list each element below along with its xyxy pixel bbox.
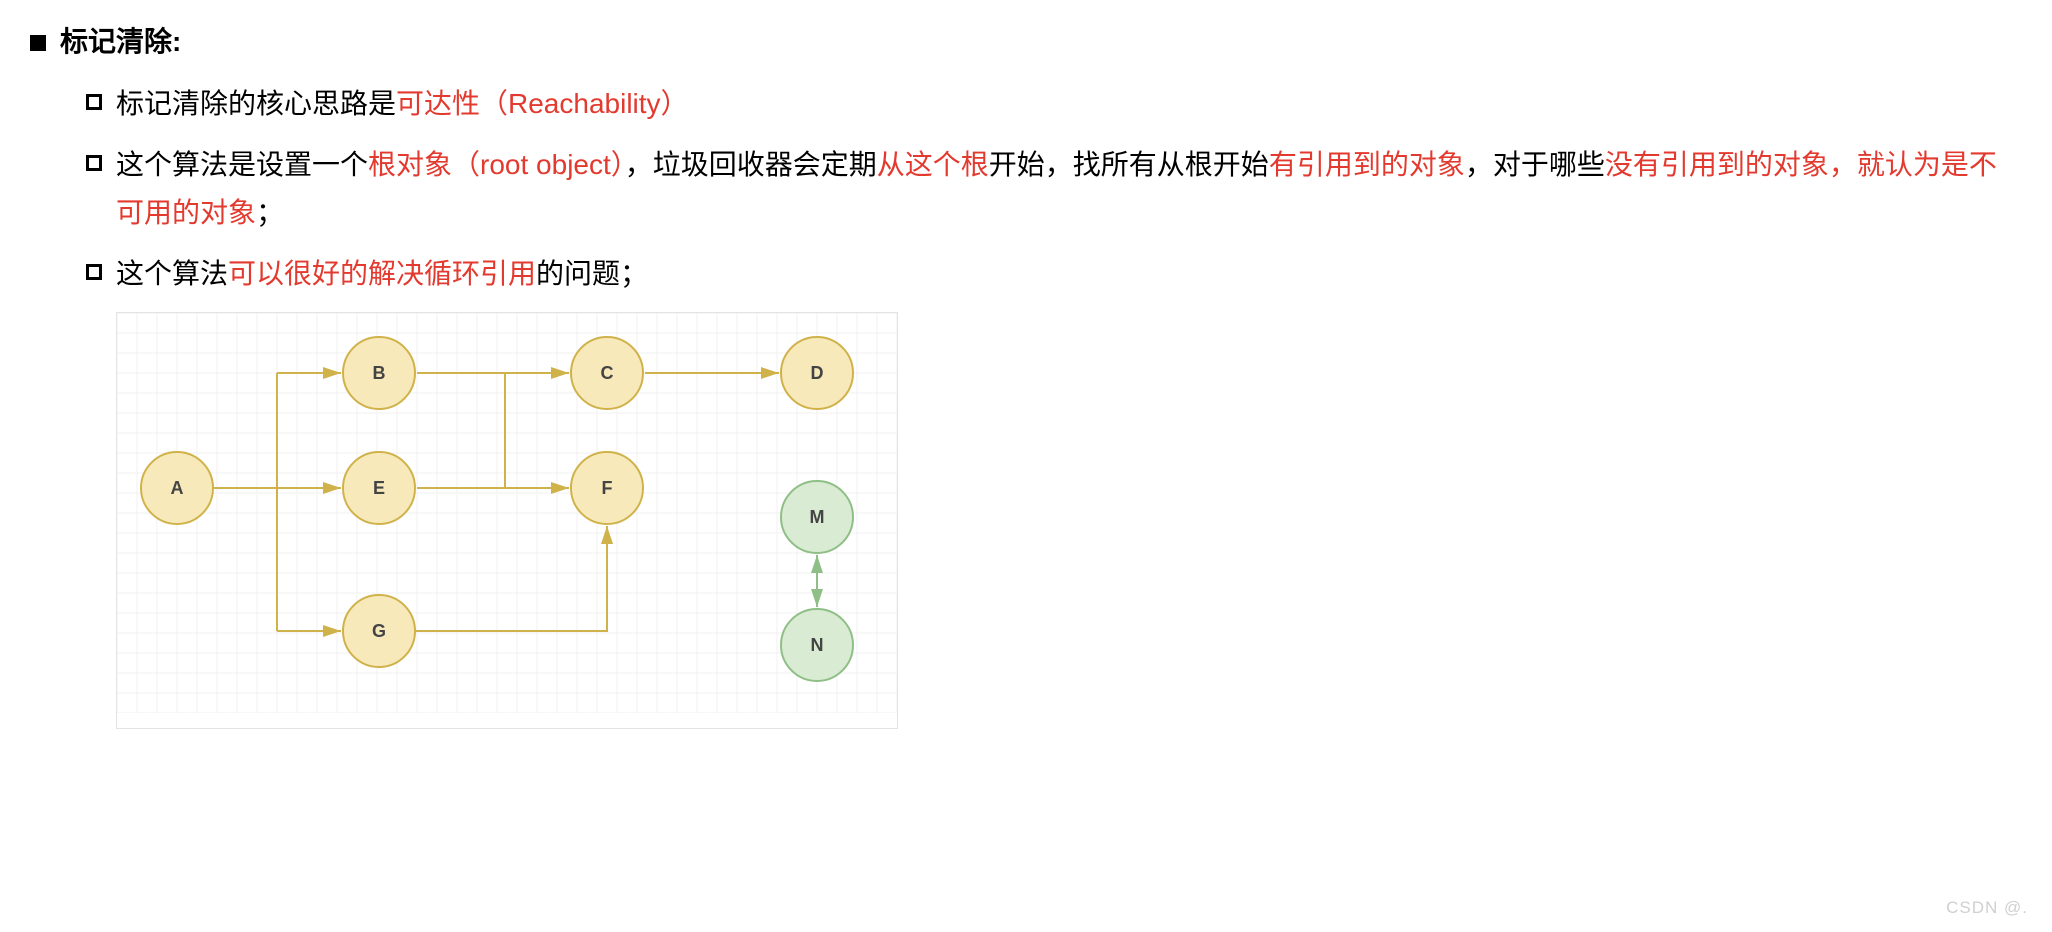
reachability-diagram: A B E G C F D M N	[116, 312, 898, 729]
text-span: ，对于哪些	[1465, 149, 1605, 180]
node-label-B: B	[373, 363, 386, 383]
section-title: 标记清除:	[30, 18, 2022, 66]
text-span-red: 可达性（Reachability）	[396, 88, 689, 119]
text-span-red: 从这个根	[877, 149, 989, 180]
section-title-text: 标记清除:	[60, 18, 181, 66]
text-span: 的问题；	[536, 258, 648, 289]
square-bullet-icon	[30, 35, 46, 51]
node-label-C: C	[601, 363, 614, 383]
text-span-red: 有引用到的对象	[1269, 149, 1465, 180]
outline-bullet-icon	[86, 94, 102, 110]
bullet-3-text: 这个算法可以很好的解决循环引用的问题；	[116, 250, 2022, 298]
text-span: 开始，找所有从根开始	[989, 149, 1269, 180]
text-span-red: 根对象（root object）	[368, 149, 625, 180]
watermark: CSDN @.	[1946, 898, 2028, 918]
text-span-red: 可以很好的解决循环引用	[228, 258, 536, 289]
outline-bullet-icon	[86, 155, 102, 171]
bullet-2-text: 这个算法是设置一个根对象（root object），垃圾回收器会定期从这个根开始…	[116, 141, 2022, 236]
node-label-M: M	[810, 507, 825, 527]
node-label-G: G	[372, 621, 386, 641]
text-span: ，垃圾回收器会定期	[625, 149, 877, 180]
bullet-item-2: 这个算法是设置一个根对象（root object），垃圾回收器会定期从这个根开始…	[86, 141, 2022, 236]
node-label-D: D	[811, 363, 824, 383]
node-label-A: A	[171, 478, 184, 498]
text-span: 标记清除的核心思路是	[116, 88, 396, 119]
node-label-E: E	[373, 478, 385, 498]
text-span: 这个算法是设置一个	[116, 149, 368, 180]
node-label-N: N	[811, 635, 824, 655]
bullet-item-1: 标记清除的核心思路是可达性（Reachability）	[86, 80, 2022, 128]
bullet-item-3: 这个算法可以很好的解决循环引用的问题；	[86, 250, 2022, 298]
node-label-F: F	[602, 478, 613, 498]
bullet-list: 标记清除的核心思路是可达性（Reachability） 这个算法是设置一个根对象…	[86, 80, 2022, 298]
text-span: 这个算法	[116, 258, 228, 289]
bullet-1-text: 标记清除的核心思路是可达性（Reachability）	[116, 80, 2022, 128]
outline-bullet-icon	[86, 264, 102, 280]
text-span: ；	[256, 197, 284, 228]
